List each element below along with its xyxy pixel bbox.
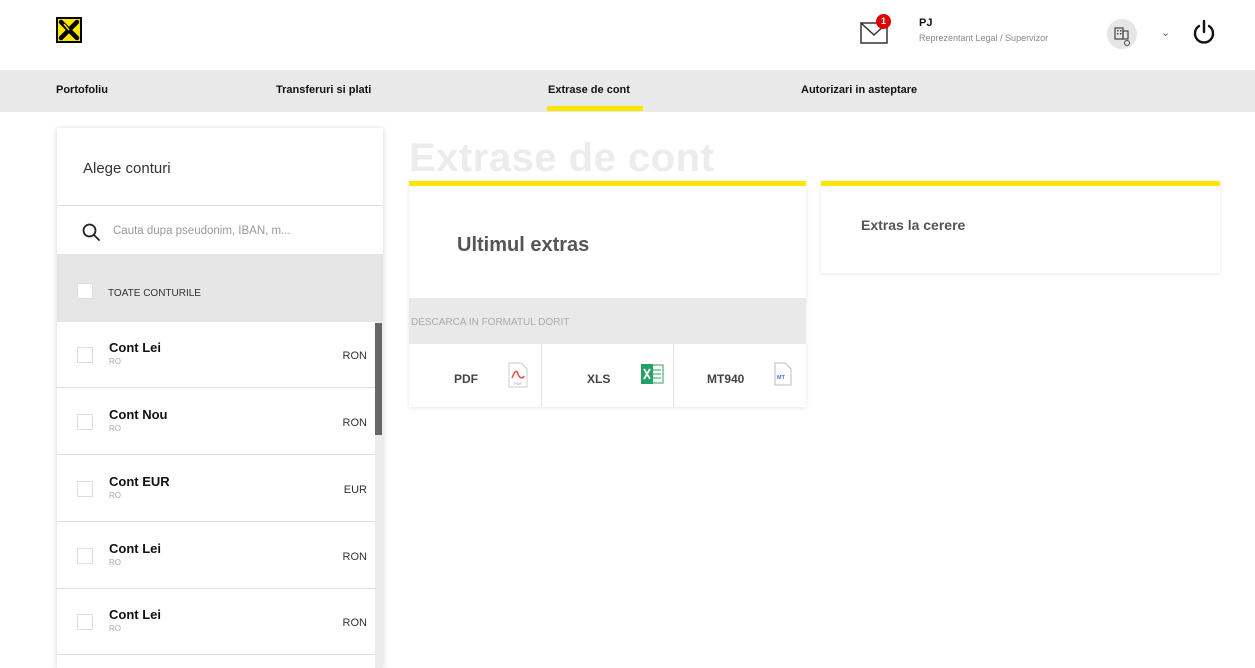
account-name: Cont Lei	[109, 607, 161, 622]
divider	[57, 205, 383, 206]
account-name: Cont EUR	[109, 474, 170, 489]
page-title: Extrase de cont	[409, 136, 715, 180]
account-name: Cont Nou	[109, 407, 168, 422]
account-iban: RO	[109, 357, 121, 366]
pdf-file-icon: PDF	[508, 362, 528, 388]
user-initials[interactable]: PJ	[919, 17, 932, 29]
account-currency: RON	[342, 617, 367, 629]
excel-file-icon	[641, 364, 664, 384]
on-demand-statement-title: Extras la cerere	[861, 217, 966, 233]
account-name: Cont Lei	[109, 541, 161, 556]
format-label: XLS	[587, 372, 611, 386]
scrollbar-thumb[interactable]	[375, 323, 382, 435]
search-icon	[82, 223, 100, 241]
account-row[interactable]: Cont Lei RO RON	[57, 523, 375, 589]
nav-item-portofoliu[interactable]: Portofoliu	[56, 84, 108, 96]
account-iban: RO	[109, 558, 121, 567]
download-mt940-button[interactable]: MT940 MT	[674, 344, 806, 407]
select-all-checkbox[interactable]	[77, 283, 93, 299]
power-icon[interactable]	[1192, 19, 1216, 45]
svg-text:MT: MT	[777, 375, 786, 381]
account-currency: RON	[342, 551, 367, 563]
account-checkbox[interactable]	[77, 614, 93, 630]
download-xls-button[interactable]: XLS	[542, 344, 674, 407]
user-role: Reprezentant Legal / Supervizor	[919, 33, 1049, 43]
account-checkbox[interactable]	[77, 347, 93, 363]
main-navigation: Portofoliu Transferuri si plati Extrase …	[0, 70, 1255, 112]
account-iban: RO	[109, 491, 121, 500]
select-all-row[interactable]	[57, 254, 383, 322]
last-statement-card: Ultimul extras DESCARCA IN FORMATUL DORI…	[409, 181, 806, 407]
accounts-panel: Alege conturi TOATE CONTURILE Cont Lei R…	[57, 128, 383, 668]
on-demand-statement-card[interactable]: Extras la cerere	[821, 181, 1220, 273]
account-checkbox[interactable]	[77, 548, 93, 564]
top-header: 1 PJ Reprezentant Legal / Supervizor ⌄	[0, 0, 1255, 70]
download-format-label: DESCARCA IN FORMATUL DORIT	[411, 317, 570, 328]
active-tab-indicator	[547, 106, 643, 111]
select-all-label: TOATE CONTURILE	[108, 288, 201, 299]
format-label: MT940	[707, 372, 745, 386]
panel-title: Alege conturi	[83, 160, 171, 177]
mt940-file-icon: MT	[774, 362, 792, 386]
nav-item-extrase[interactable]: Extrase de cont	[548, 84, 630, 96]
company-avatar[interactable]	[1107, 19, 1137, 49]
account-currency: RON	[342, 417, 367, 429]
account-currency: EUR	[343, 484, 367, 496]
account-checkbox[interactable]	[77, 414, 93, 430]
account-name: Cont Lei	[109, 340, 161, 355]
nav-item-transferuri[interactable]: Transferuri si plati	[276, 84, 371, 96]
download-pdf-button[interactable]: PDF PDF	[409, 344, 542, 407]
chevron-down-icon[interactable]: ⌄	[1161, 26, 1170, 39]
account-search-input[interactable]	[113, 218, 363, 244]
last-statement-title: Ultimul extras	[457, 234, 590, 256]
account-row[interactable]: Cont Lei RO RON	[57, 589, 375, 655]
bank-logo[interactable]	[56, 17, 82, 43]
mail-badge: 1	[876, 14, 891, 29]
company-building-icon	[1114, 27, 1130, 46]
account-iban: RO	[109, 624, 121, 633]
account-row[interactable]: Cont Lei RO RON	[57, 322, 375, 388]
account-row[interactable]: Cont Nou RO RON	[57, 389, 375, 455]
account-row[interactable]: Cont EUR RO EUR	[57, 456, 375, 522]
account-currency: RON	[342, 350, 367, 362]
nav-item-autorizari[interactable]: Autorizari in asteptare	[801, 84, 917, 96]
svg-text:PDF: PDF	[514, 381, 523, 386]
account-checkbox[interactable]	[77, 481, 93, 497]
format-label: PDF	[454, 372, 478, 386]
account-iban: RO	[109, 424, 121, 433]
